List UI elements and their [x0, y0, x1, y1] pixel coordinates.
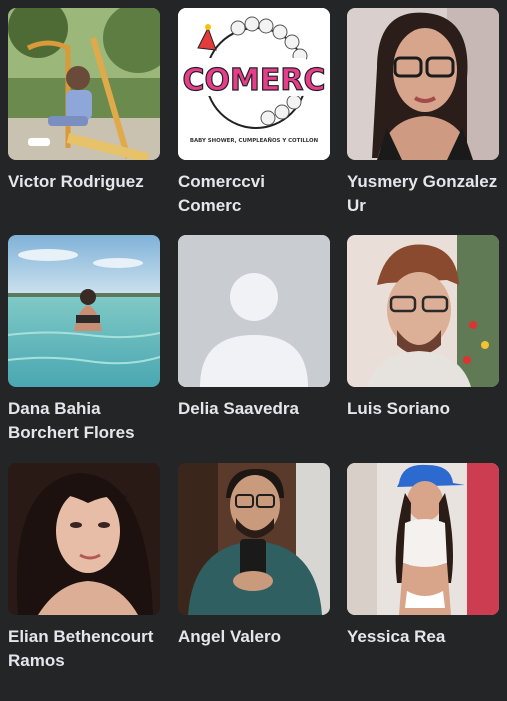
- friend-card[interactable]: Yusmery Gonzalez Ur: [347, 8, 499, 218]
- friend-photo[interactable]: [347, 235, 499, 387]
- logo-tagline: BABY SHOWER, CUMPLEAÑOS Y COTILLON: [190, 137, 319, 144]
- friend-name[interactable]: Yusmery Gonzalez Ur: [347, 170, 499, 218]
- friend-card[interactable]: COMERC BABY SHOWER, CUMPLEAÑOS Y COTILLO…: [178, 8, 330, 218]
- friend-photo[interactable]: [178, 463, 330, 615]
- comerc-logo-photo: COMERC BABY SHOWER, CUMPLEAÑOS Y COTILLO…: [178, 8, 330, 160]
- friend-name[interactable]: Yessica Rea: [347, 625, 499, 649]
- friend-card[interactable]: Yessica Rea: [347, 463, 499, 649]
- friend-card[interactable]: Dana Bahia Borchert Flores: [8, 235, 160, 445]
- woman-glasses-selfie-photo: [347, 8, 499, 160]
- man-glasses-selfie-photo: [347, 235, 499, 387]
- woman-curly-hair-photo: [8, 463, 160, 615]
- friend-photo[interactable]: [178, 235, 330, 387]
- friend-photo[interactable]: [8, 235, 160, 387]
- friend-card[interactable]: Luis Soriano: [347, 235, 499, 421]
- friend-photo[interactable]: [347, 463, 499, 615]
- logo-wordmark: COMERC: [183, 63, 326, 98]
- friend-card[interactable]: Victor Rodriguez: [8, 8, 160, 194]
- woman-in-sea-photo: [8, 235, 160, 387]
- friend-name[interactable]: Comerccvi Comerc: [178, 170, 330, 218]
- friend-name[interactable]: Luis Soriano: [347, 397, 499, 421]
- child-on-playground-photo: [8, 8, 160, 160]
- friend-card[interactable]: Elian Bethencourt Ramos: [8, 463, 160, 673]
- friend-name[interactable]: Delia Saavedra: [178, 397, 330, 421]
- friend-name[interactable]: Elian Bethencourt Ramos: [8, 625, 160, 673]
- woman-blue-cap-photo: [347, 463, 499, 615]
- default-avatar-icon: [178, 235, 330, 387]
- friend-name[interactable]: Victor Rodriguez: [8, 170, 160, 194]
- friend-name[interactable]: Dana Bahia Borchert Flores: [8, 397, 160, 445]
- friend-photo[interactable]: COMERC BABY SHOWER, CUMPLEAÑOS Y COTILLO…: [178, 8, 330, 160]
- friends-grid: Victor Rodriguez COMERC BABY SHOWER, CUM…: [0, 0, 507, 701]
- friend-card[interactable]: Delia Saavedra: [178, 235, 330, 421]
- friend-card[interactable]: Angel Valero: [178, 463, 330, 649]
- man-mirror-selfie-photo: [178, 463, 330, 615]
- friend-photo[interactable]: [8, 463, 160, 615]
- friend-photo[interactable]: [8, 8, 160, 160]
- friend-photo[interactable]: [347, 8, 499, 160]
- friend-name[interactable]: Angel Valero: [178, 625, 330, 649]
